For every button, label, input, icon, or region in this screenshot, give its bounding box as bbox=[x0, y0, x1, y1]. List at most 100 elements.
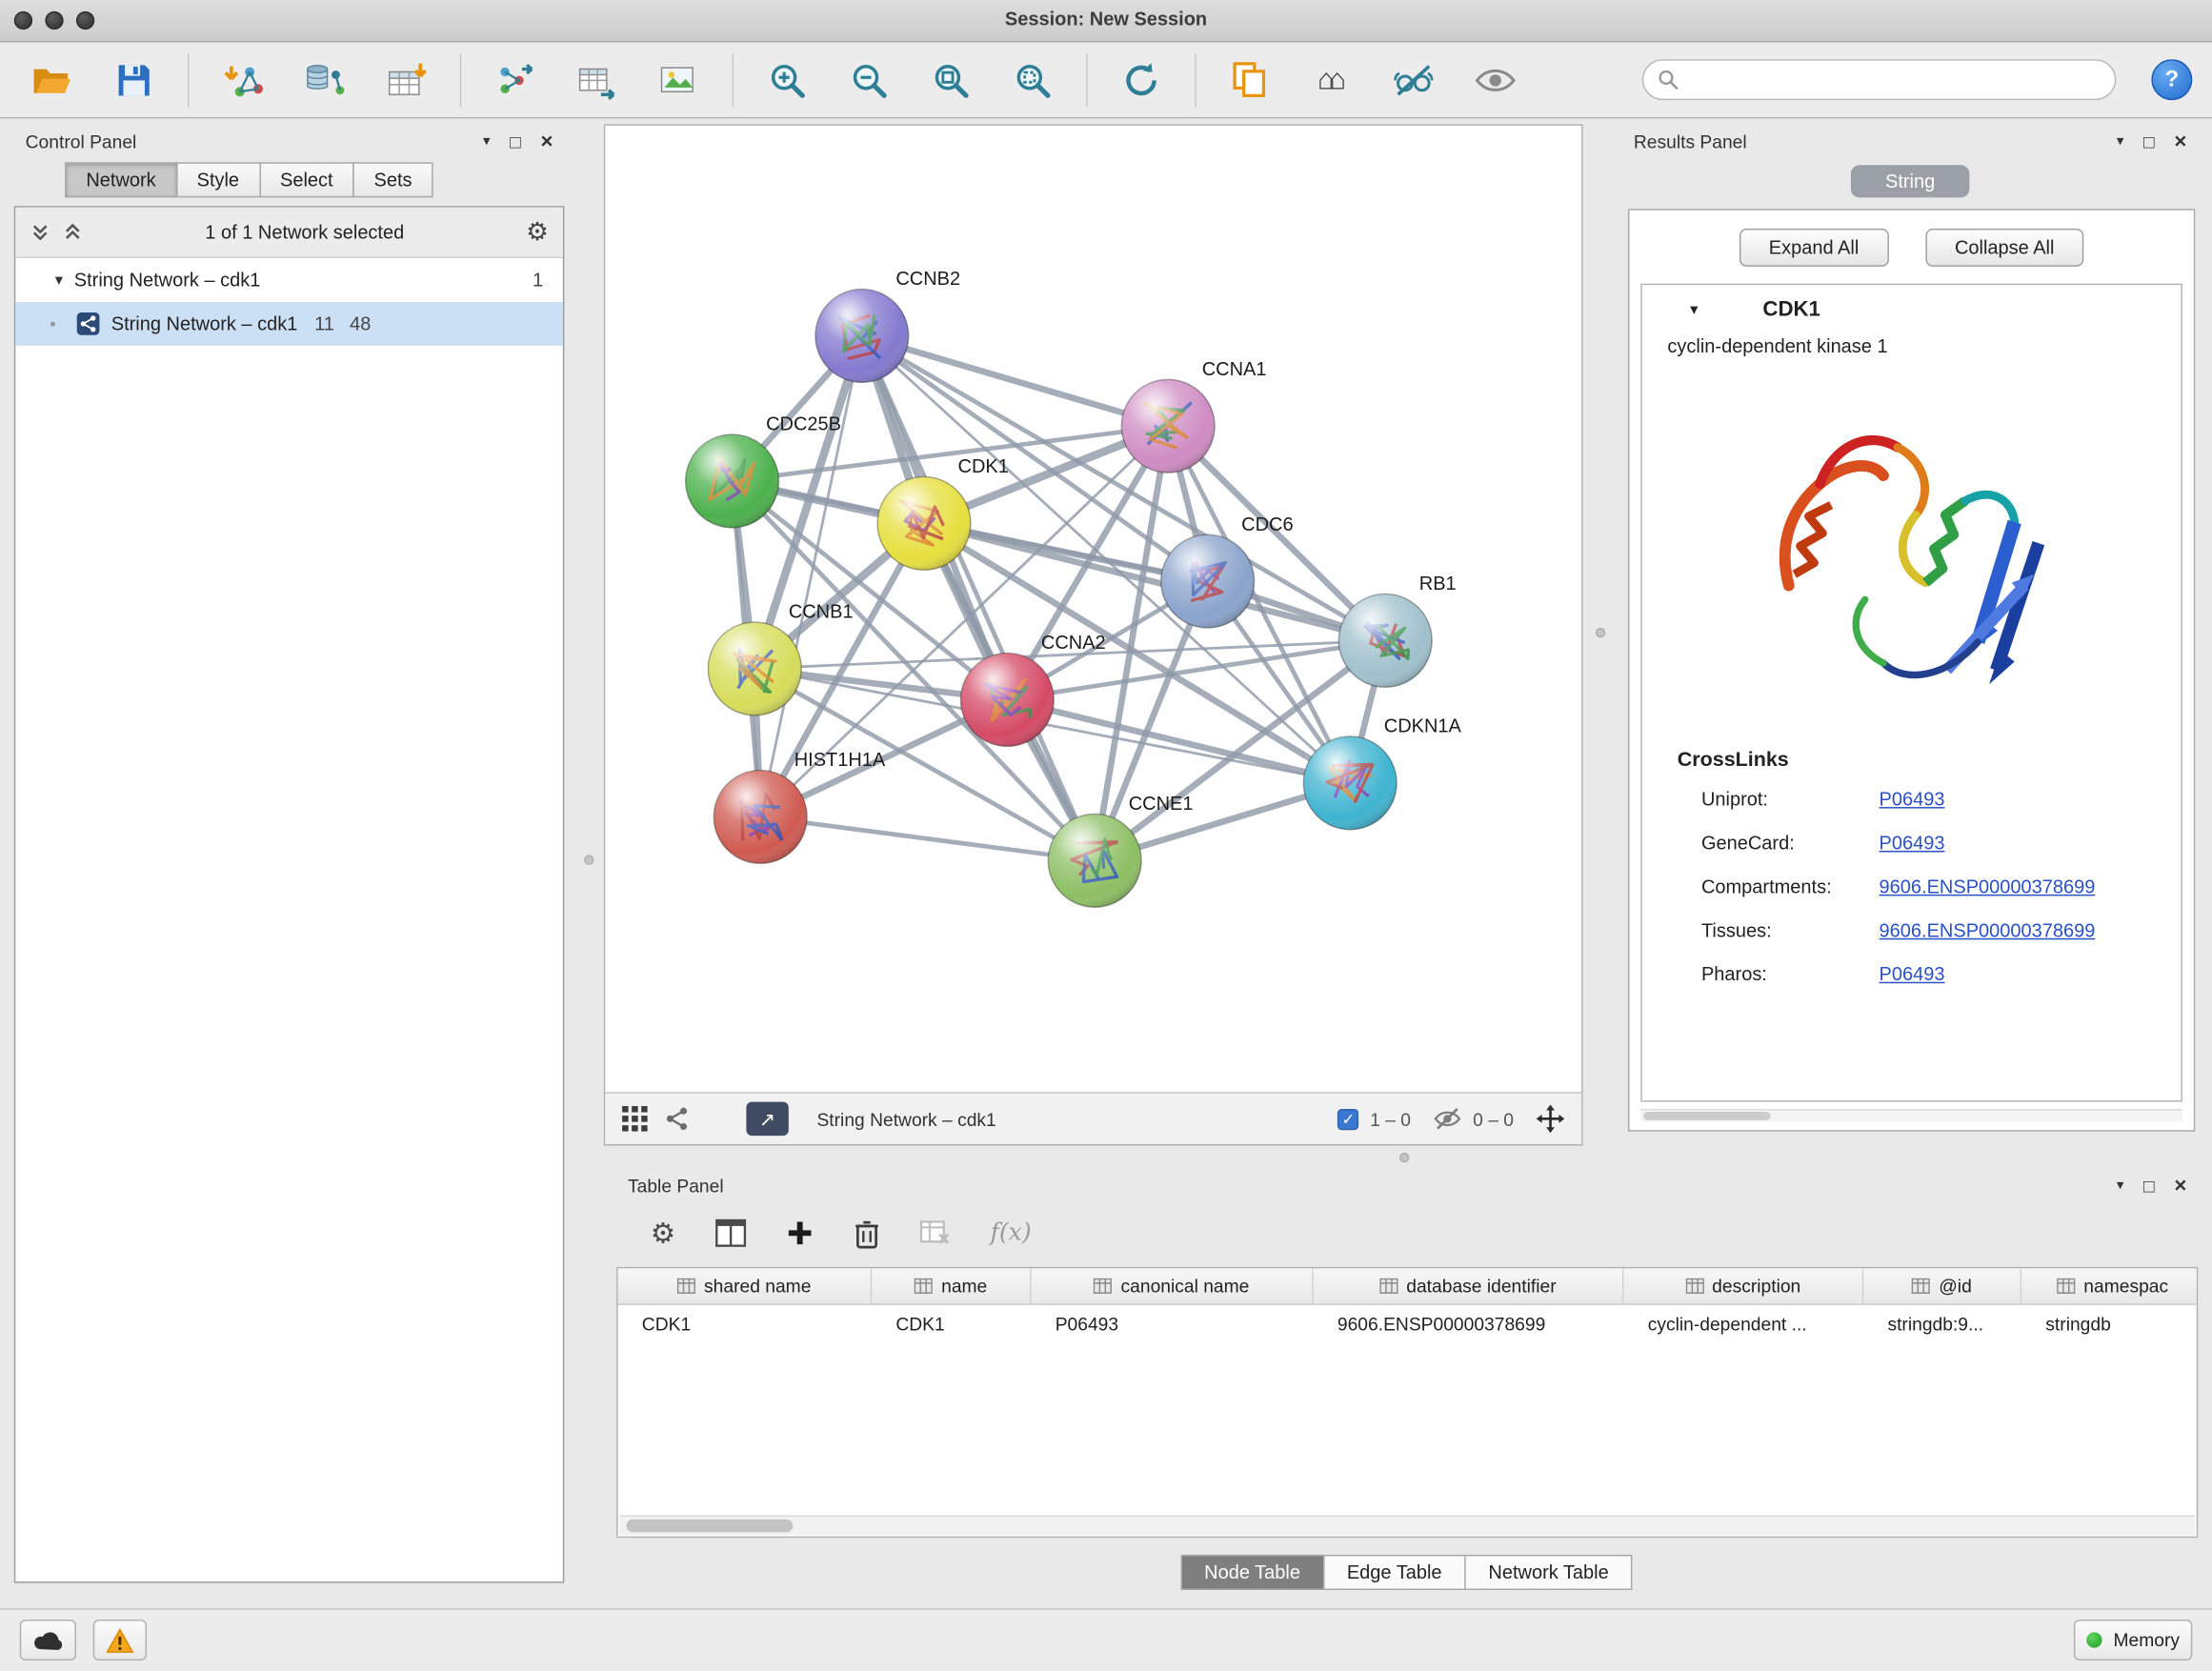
expand-all-icon[interactable] bbox=[62, 222, 83, 243]
network-node-label: HIST1H1A bbox=[794, 750, 886, 771]
network-node-CDK1[interactable]: CDK1 bbox=[877, 456, 1009, 570]
expand-all-button[interactable]: Expand All bbox=[1739, 229, 1889, 267]
export-network-button[interactable] bbox=[482, 50, 547, 110]
scrollbar-thumb[interactable] bbox=[627, 1520, 794, 1532]
string-home-button[interactable]: ⌂⌂ bbox=[1299, 50, 1364, 110]
tab-string[interactable]: String bbox=[1851, 165, 1968, 197]
network-edge-HIST1H1A-CCNE1[interactable] bbox=[760, 816, 1095, 860]
vertical-splitter-handle[interactable] bbox=[1596, 628, 1605, 637]
table-cell[interactable]: 9606.ENSP00000378699 bbox=[1314, 1314, 1624, 1335]
table-cell[interactable]: stringdb:9... bbox=[1863, 1314, 2021, 1335]
tab-node-table[interactable]: Node Table bbox=[1180, 1555, 1324, 1590]
search-input[interactable] bbox=[1689, 70, 2101, 91]
network-tree-row[interactable]: ▾String Network – cdk11 bbox=[15, 258, 563, 302]
close-panel-icon[interactable]: × bbox=[2174, 1173, 2186, 1197]
float-panel-icon[interactable]: □ bbox=[2143, 131, 2155, 151]
import-table-button[interactable] bbox=[373, 50, 438, 110]
network-node-CCNB1[interactable]: CCNB1 bbox=[708, 602, 853, 715]
help-button[interactable]: ? bbox=[2151, 59, 2192, 100]
scrollbar-thumb[interactable] bbox=[1643, 1112, 1770, 1120]
table-row[interactable]: CDK1CDK1P064939606.ENSP00000378699cyclin… bbox=[618, 1305, 2197, 1343]
network-edge-CCNB2-HIST1H1A[interactable] bbox=[760, 335, 862, 816]
zoom-out-button[interactable] bbox=[836, 50, 901, 110]
table-cell[interactable]: P06493 bbox=[1032, 1314, 1314, 1335]
panel-menu-icon[interactable]: ▾ bbox=[483, 133, 490, 149]
column-header-name[interactable]: name bbox=[872, 1268, 1031, 1303]
panel-menu-icon[interactable]: ▾ bbox=[2117, 1178, 2123, 1193]
cloud-button[interactable] bbox=[20, 1620, 76, 1661]
birdseye-grid-icon[interactable] bbox=[622, 1106, 648, 1132]
warnings-button[interactable] bbox=[93, 1620, 147, 1661]
crosslink-link[interactable]: P06493 bbox=[1880, 833, 1945, 854]
open-in-window-button[interactable]: ↗ bbox=[746, 1102, 788, 1137]
close-panel-icon[interactable]: × bbox=[2174, 130, 2186, 153]
network-share-icon[interactable] bbox=[665, 1106, 691, 1132]
tab-style[interactable]: Style bbox=[175, 162, 260, 197]
crosslink-link[interactable]: P06493 bbox=[1880, 789, 1945, 810]
crosslink-link[interactable]: 9606.ENSP00000378699 bbox=[1880, 920, 2096, 941]
column-header-canonical-name[interactable]: canonical name bbox=[1032, 1268, 1314, 1303]
tab-network-table[interactable]: Network Table bbox=[1464, 1555, 1633, 1590]
delete-column-icon[interactable] bbox=[854, 1218, 880, 1248]
tab-edge-table[interactable]: Edge Table bbox=[1323, 1555, 1466, 1590]
close-panel-icon[interactable]: × bbox=[541, 130, 553, 153]
import-network-from-database-button[interactable] bbox=[292, 50, 357, 110]
options-gear-icon[interactable]: ⚙ bbox=[526, 217, 549, 247]
panel-menu-icon[interactable]: ▾ bbox=[2117, 133, 2123, 149]
table-cell[interactable]: CDK1 bbox=[872, 1314, 1031, 1335]
table-cell[interactable]: stringdb bbox=[2021, 1314, 2198, 1335]
column-header-shared-name[interactable]: shared name bbox=[618, 1268, 873, 1303]
network-node-RB1[interactable]: RB1 bbox=[1338, 574, 1456, 687]
column-header-description[interactable]: description bbox=[1624, 1268, 1864, 1303]
network-canvas[interactable]: CCNB2CCNA1CDC25BCDK1CDC6RB1CCNB1CCNA2CDK… bbox=[605, 126, 1581, 1092]
collapse-all-icon[interactable] bbox=[30, 222, 50, 243]
float-panel-icon[interactable]: □ bbox=[2143, 1175, 2155, 1196]
network-edge-CCNB2-CCNE1[interactable] bbox=[862, 335, 1095, 860]
search-box[interactable] bbox=[1642, 59, 2117, 100]
export-image-button[interactable] bbox=[646, 50, 711, 110]
import-network-from-file-button[interactable] bbox=[211, 50, 275, 110]
table-options-gear-icon[interactable]: ⚙ bbox=[651, 1216, 676, 1251]
results-horizontal-scrollbar[interactable] bbox=[1640, 1109, 2182, 1121]
vertical-splitter-handle[interactable] bbox=[584, 855, 593, 864]
collapse-section-icon[interactable]: ▾ bbox=[1690, 300, 1698, 318]
network-node-CCNB2[interactable]: CCNB2 bbox=[815, 269, 960, 382]
zoom-in-button[interactable] bbox=[754, 50, 819, 110]
horizontal-splitter-handle[interactable] bbox=[1399, 1153, 1409, 1162]
network-node-HIST1H1A[interactable]: HIST1H1A bbox=[714, 750, 886, 863]
zoom-selected-button[interactable] bbox=[1000, 50, 1065, 110]
table-cell[interactable]: cyclin-dependent ... bbox=[1624, 1314, 1864, 1335]
apply-layout-button[interactable] bbox=[1109, 50, 1174, 110]
copy-button[interactable] bbox=[1217, 50, 1282, 110]
toggle-glass-effect-button[interactable] bbox=[1381, 50, 1446, 110]
column-header-@id[interactable]: @id bbox=[1863, 1268, 2021, 1303]
toggle-labels-button[interactable] bbox=[1463, 50, 1528, 110]
column-header-namespac[interactable]: namespac bbox=[2021, 1268, 2198, 1303]
open-session-button[interactable] bbox=[20, 50, 85, 110]
function-builder-icon[interactable]: f(x) bbox=[990, 1218, 1031, 1247]
zoom-fit-button[interactable] bbox=[918, 50, 983, 110]
tree-expand-caret-icon[interactable]: ▾ bbox=[55, 271, 63, 289]
network-edge-CCNB2-CCNA1[interactable] bbox=[862, 335, 1168, 426]
horizontal-scrollbar[interactable] bbox=[619, 1515, 2195, 1535]
column-header-database-identifier[interactable]: database identifier bbox=[1314, 1268, 1624, 1303]
float-panel-icon[interactable]: □ bbox=[510, 131, 521, 151]
selected-checkbox-icon[interactable]: ✓ bbox=[1337, 1108, 1358, 1129]
show-columns-icon[interactable] bbox=[715, 1218, 747, 1247]
table-cell[interactable]: CDK1 bbox=[618, 1314, 873, 1335]
network-tree-row[interactable]: ●String Network – cdk11148 bbox=[15, 302, 563, 346]
tab-network[interactable]: Network bbox=[65, 162, 177, 197]
tab-sets[interactable]: Sets bbox=[352, 162, 432, 197]
memory-button[interactable]: Memory bbox=[2074, 1620, 2192, 1661]
crosslink-link[interactable]: P06493 bbox=[1880, 963, 1945, 984]
collapse-all-button[interactable]: Collapse All bbox=[1925, 229, 2084, 267]
export-table-button[interactable] bbox=[564, 50, 629, 110]
network-node-CCNA1[interactable]: CCNA1 bbox=[1121, 359, 1266, 473]
add-column-icon[interactable] bbox=[786, 1218, 814, 1247]
move-crosshair-icon[interactable] bbox=[1537, 1105, 1565, 1134]
save-session-button[interactable] bbox=[102, 50, 167, 110]
network-node-CDKN1A[interactable]: CDKN1A bbox=[1303, 716, 1461, 830]
crosslink-link[interactable]: 9606.ENSP00000378699 bbox=[1880, 876, 2096, 897]
gene-header[interactable]: ▾ CDK1 bbox=[1642, 285, 2182, 332]
tab-select[interactable]: Select bbox=[259, 162, 354, 197]
